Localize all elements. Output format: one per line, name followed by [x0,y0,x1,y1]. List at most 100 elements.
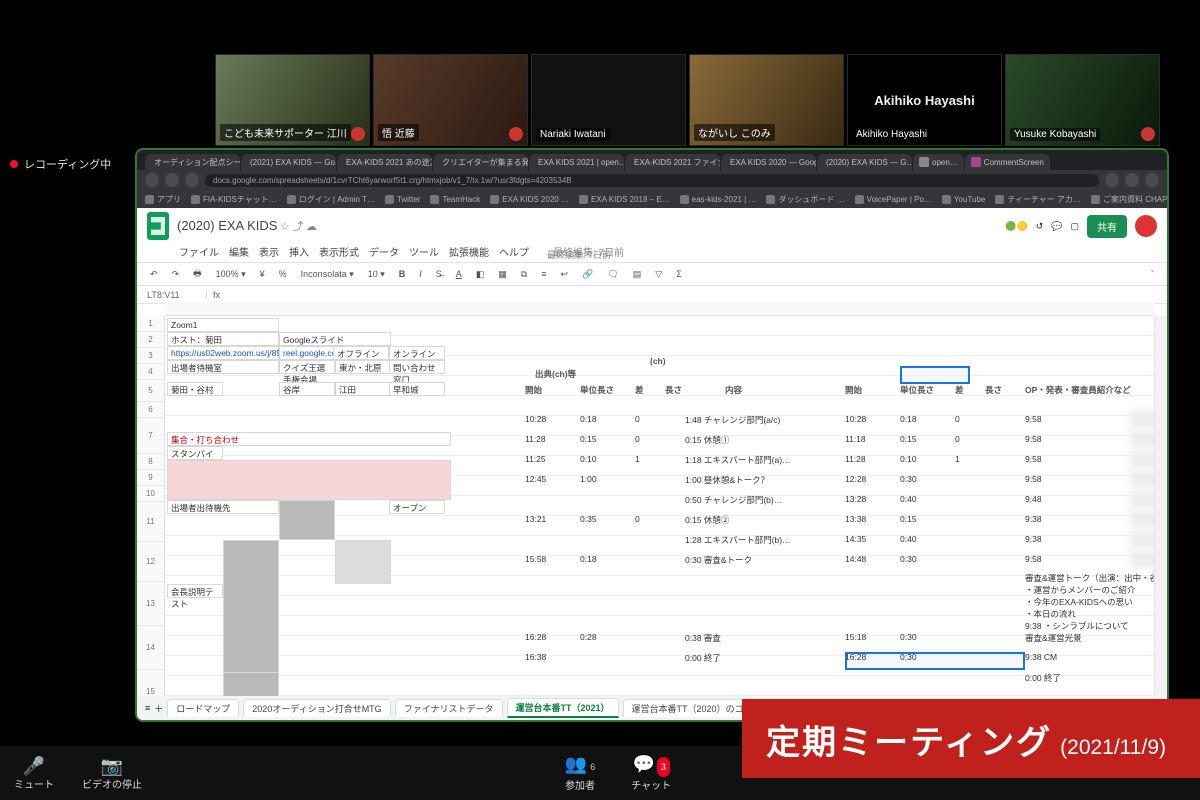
cell[interactable] [580,584,635,596]
selection-box[interactable] [900,366,970,384]
format-currency[interactable]: ¥ [257,268,268,280]
cell[interactable]: 0:30 [900,652,955,664]
vertical-scrollbar[interactable] [1154,316,1167,696]
cell[interactable]: 出典(ch)等 [535,368,615,380]
cell[interactable] [955,608,985,620]
cell[interactable] [955,494,985,506]
bookmark-item[interactable]: ティーチャー アカ… [995,194,1081,205]
cell[interactable]: 早和城 [389,382,445,396]
cell[interactable] [580,494,635,506]
browser-tab[interactable]: (2021) EXA KIDS — Go… [241,154,336,170]
sheet-tab[interactable]: ロードマップ [167,699,239,717]
cell[interactable]: 0:28 [580,632,635,644]
cell[interactable]: 0:30 [900,554,955,566]
history-icon[interactable]: ↺ [1036,221,1044,232]
cell[interactable]: 0:50 チャレンジ部門(b)… [685,494,845,506]
font-size[interactable]: 10 ▾ [365,268,388,281]
cell[interactable] [900,672,955,684]
bookmark-item[interactable]: TeamHack [430,195,480,204]
cell[interactable]: 16:28 [525,632,580,644]
browser-tab[interactable]: クリエイターが集まる発表… [433,154,528,170]
cell[interactable] [955,584,985,596]
cell[interactable] [525,494,580,506]
cell[interactable]: オンライン [389,346,445,360]
cell[interactable]: 1:00 [580,474,635,486]
cell[interactable] [335,540,391,584]
strike-icon[interactable]: S̶ [433,268,445,280]
font-select[interactable]: Inconsolata ▾ [298,268,357,281]
functions-icon[interactable]: Σ [673,268,685,280]
video-tile[interactable]: こども未来サポーター 江川 [215,54,370,146]
cell[interactable]: 11:18 [845,434,900,446]
cell[interactable]: 15:18 [845,632,900,644]
print-icon[interactable]: 🖶 [190,265,205,283]
bookmark-item[interactable]: Twitter [385,195,421,204]
cell[interactable]: 1 [635,454,665,466]
bookmark-item[interactable]: ログイン | Admin T… [287,194,375,205]
cell[interactable] [167,460,451,500]
bookmark-item[interactable]: アプリ [145,194,181,205]
cell[interactable]: 0:15 休憩① [685,434,845,446]
cell[interactable]: 0:18 [580,414,635,426]
filter-icon[interactable]: ▽ [652,268,665,281]
mute-button[interactable]: 🎤ミュート [0,756,68,791]
cell[interactable]: 出場者待機室 [167,360,279,374]
cell[interactable]: オフライン [333,346,389,360]
bookmark-item[interactable]: ご案内資料 CHAPP… [1091,194,1167,205]
bookmark-item[interactable]: ダッシュボード … [766,194,844,205]
forward-icon[interactable] [165,173,179,187]
cell[interactable]: 0:38 審査 [685,632,845,644]
browser-tab[interactable]: CommentScreen [965,154,1050,170]
comments-icon[interactable]: 💬 [1051,221,1062,232]
cell[interactable]: Zoom1 [167,318,279,332]
cell[interactable] [845,584,900,596]
menu-item[interactable]: 表示 [259,244,279,259]
cell[interactable]: 0:15 休憩② [685,514,845,526]
cell[interactable] [525,672,580,684]
browser-tab[interactable]: オーディション配点シー… [145,154,240,170]
menu-item[interactable]: ファイル [179,244,219,259]
extensions-icon[interactable] [1105,173,1119,187]
cell[interactable]: 内容 [725,384,865,396]
bookmark-item[interactable]: YouTube [942,195,985,204]
cell[interactable]: 16:38 [525,652,580,664]
cell[interactable]: 0:00 終了 [685,652,845,664]
cell[interactable]: 長さ [665,384,705,396]
cell[interactable]: 0:15 [900,434,955,446]
format-percent[interactable]: % [276,268,290,280]
cell[interactable] [845,572,900,584]
browser-tab[interactable]: (2020) EXA KIDS — G… [817,154,912,170]
cell[interactable] [525,596,580,608]
cell[interactable]: 11:28 [525,434,580,446]
cell[interactable] [900,620,955,632]
redo-icon[interactable]: ↷ [169,268,183,281]
cell[interactable] [525,608,580,620]
sheet-tab[interactable]: ファイナリストデータ [395,699,503,717]
cell[interactable]: 14:35 [845,534,900,546]
cell[interactable] [635,554,665,566]
browser-tab[interactable]: EXA-KIDS 2021 あの途方… [337,154,432,170]
cell[interactable] [580,672,635,684]
cell[interactable] [635,494,665,506]
cell[interactable]: 会長説明テスト [167,584,223,598]
cell[interactable]: 1:48 チャレンジ部門(a/c) [685,414,845,426]
cell[interactable] [580,608,635,620]
cell[interactable]: 1:28 エキスパート部門(b)… [685,534,845,546]
cell[interactable] [900,572,955,584]
browser-tab[interactable]: open… [913,154,964,170]
cell[interactable]: 問い合わせ窓口 [389,360,445,374]
cell[interactable]: ・今年のEXA-KIDSへの思い [1025,596,1167,608]
cell[interactable] [635,652,665,664]
cell[interactable] [635,672,665,684]
cell[interactable] [580,596,635,608]
cell[interactable] [525,584,580,596]
browser-tab[interactable]: EXA-KIDS 2021 ファイナ… [625,154,720,170]
cell[interactable] [279,500,335,540]
cell[interactable]: 長さ [985,384,1025,396]
cell[interactable] [635,632,665,644]
cell[interactable]: オープン [389,500,445,514]
menu-item[interactable]: 挿入 [289,244,309,259]
chat-button[interactable]: 💬3チャット [617,754,685,792]
undo-icon[interactable]: ↶ [147,268,161,281]
cell[interactable]: 0:40 [900,494,955,506]
